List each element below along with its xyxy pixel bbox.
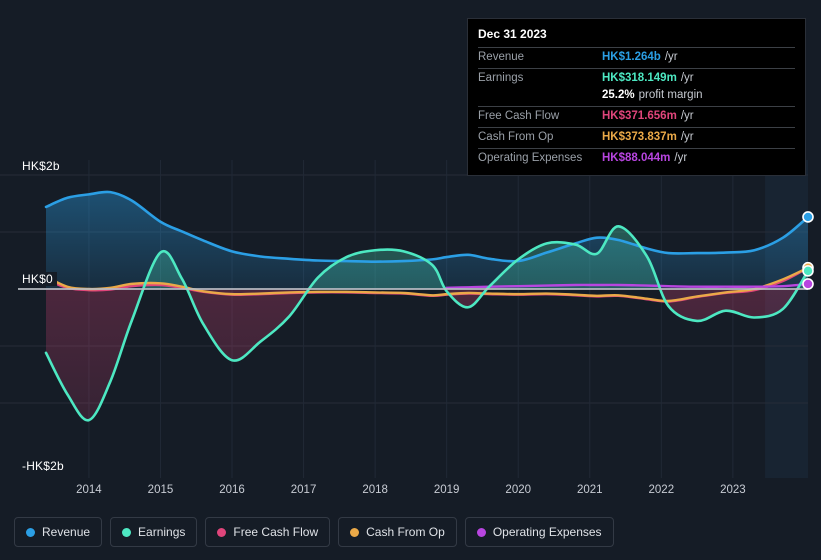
x-axis-tick-2020: 2020: [505, 484, 532, 496]
legend-color-dot-icon: [476, 527, 486, 537]
legend-color-dot-icon: [122, 527, 132, 537]
tooltip-row: Free Cash Flow HK$371.656m/yr: [478, 106, 795, 127]
x-axis-tick-2018: 2018: [362, 484, 388, 496]
legend-item-cash-from-op[interactable]: Cash From Op: [338, 517, 457, 547]
y-axis-label-top: HK$2b: [22, 159, 64, 173]
legend-item-label: Operating Expenses: [492, 525, 602, 539]
chart-legend[interactable]: Revenue Earnings Free Cash Flow Cash From O…: [14, 517, 614, 547]
legend-item-operating-expenses[interactable]: Operating Expenses: [464, 517, 614, 547]
tooltip-row-unit: profit margin: [638, 89, 703, 101]
tooltip-row-unit: /yr: [674, 152, 688, 164]
vertical-gridlines: [88, 160, 734, 478]
tooltip-row-key: Free Cash Flow: [478, 110, 560, 122]
tooltip-row: 25.2% profit margin: [478, 89, 795, 106]
x-axis: 2014 2015 2016 2017 2018 2019 2020 2021 2022 2023: [0, 484, 821, 502]
y-axis-label-zero: HK$0: [22, 272, 57, 286]
tooltip-row-value: HK$88.044m: [602, 152, 671, 164]
tooltip-date: Dec 31 2023: [478, 27, 547, 41]
legend-item-revenue[interactable]: Revenue: [14, 517, 103, 547]
x-axis-tick-2022: 2022: [648, 484, 675, 496]
legend-item-label: Cash From Op: [366, 525, 445, 539]
tooltip-row-key: Cash From Op: [478, 131, 554, 143]
legend-item-label: Free Cash Flow: [233, 525, 319, 539]
x-axis-tick-2014: 2014: [76, 484, 102, 496]
x-axis-tick-2019: 2019: [433, 484, 460, 496]
chart-tooltip: Dec 31 2023 Revenue HK$1.264b/yr Earnings H…: [467, 18, 806, 176]
tooltip-row-unit: /yr: [680, 110, 694, 122]
tooltip-row-value: HK$373.837m: [602, 131, 677, 143]
tooltip-row-unit: /yr: [680, 131, 694, 143]
forecast-band: [765, 160, 808, 478]
legend-color-dot-icon: [217, 527, 227, 537]
x-axis-tick-2023: 2023: [720, 484, 746, 496]
x-axis-tick-2016: 2016: [219, 484, 245, 496]
tooltip-row-key: Earnings: [478, 72, 524, 84]
financial-chart[interactable]: HK$2b HK$0 -HK$2b 2014 2015 2016 2017 2018 20…: [0, 0, 821, 560]
tooltip-row-key: Revenue: [478, 51, 525, 63]
legend-color-dot-icon: [350, 527, 360, 537]
tooltip-row-value: HK$1.264b: [602, 51, 661, 63]
legend-item-label: Revenue: [42, 525, 91, 539]
tooltip-row-value: HK$318.149m: [602, 72, 677, 84]
tooltip-row-key: Operating Expenses: [478, 152, 583, 164]
x-axis-tick-2017: 2017: [290, 484, 317, 496]
tooltip-row-value: 25.2%: [602, 89, 635, 101]
x-axis-tick-2015: 2015: [147, 484, 174, 496]
tooltip-row: Earnings HK$318.149m/yr: [478, 68, 795, 89]
tooltip-row-unit: /yr: [664, 51, 678, 63]
tooltip-row-value: HK$371.656m: [602, 110, 677, 122]
legend-item-earnings[interactable]: Earnings: [110, 517, 198, 547]
legend-item-label: Earnings: [138, 525, 186, 539]
tooltip-row: Cash From Op HK$373.837m/yr: [478, 127, 795, 148]
tooltip-rows: Revenue HK$1.264b/yr Earnings HK$318.149m/y…: [478, 47, 795, 169]
tooltip-row: Revenue HK$1.264b/yr: [478, 47, 795, 68]
legend-color-dot-icon: [26, 527, 35, 537]
tooltip-row-unit: /yr: [680, 72, 694, 84]
x-axis-tick-2021: 2021: [576, 484, 603, 496]
tooltip-row: Operating Expenses HK$88.044m/yr: [478, 148, 795, 169]
y-axis-label-bottom: -HK$2b: [22, 459, 68, 473]
legend-item-free-cash-flow[interactable]: Free Cash Flow: [205, 517, 331, 547]
